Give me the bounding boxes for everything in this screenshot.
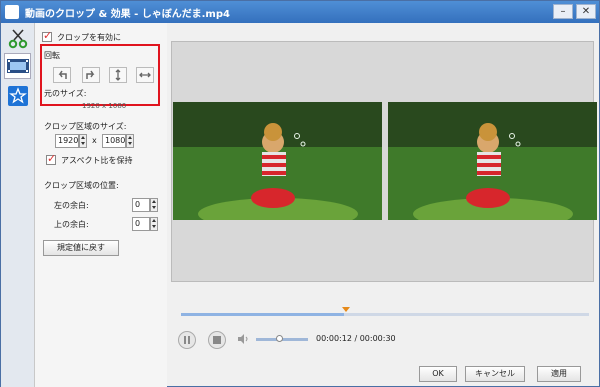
tab-crop[interactable] <box>4 25 31 51</box>
original-size-label: 元のサイズ: <box>44 89 87 98</box>
pause-button[interactable] <box>178 331 196 349</box>
crop-width-stepper[interactable] <box>79 134 87 148</box>
crop-height-input[interactable]: 1080 <box>102 134 126 148</box>
left-margin-stepper[interactable] <box>150 198 158 212</box>
top-margin-input[interactable]: 0 <box>132 217 150 231</box>
rotate-right-button[interactable] <box>82 67 100 83</box>
flip-vertical-icon <box>115 69 121 81</box>
crop-width-input[interactable]: 1920 <box>55 134 79 148</box>
original-size-value: 1920 x 1080 <box>82 102 127 110</box>
rotate-label: 回転 <box>44 51 60 60</box>
close-button[interactable]: ✕ <box>576 4 596 19</box>
time-display: 00:00:12 / 00:00:30 <box>316 334 396 343</box>
left-margin-input[interactable]: 0 <box>132 198 150 212</box>
flip-vertical-button[interactable] <box>109 67 127 83</box>
star-icon <box>7 86 28 106</box>
side-tab-bar <box>1 23 35 387</box>
volume-slider[interactable] <box>256 335 308 342</box>
title-bar: 動画のクロップ & 効果 - しゃぼんだま.mp4 – ✕ <box>1 1 599 23</box>
left-margin-label: 左の余白: <box>54 201 89 210</box>
minimize-button[interactable]: – <box>553 4 573 19</box>
pause-icon <box>184 336 190 344</box>
keep-aspect-checkbox[interactable] <box>46 152 56 165</box>
rotate-right-icon <box>86 70 95 79</box>
film-effect-icon <box>6 59 29 73</box>
tab-watermark[interactable] <box>4 83 31 109</box>
app-icon <box>5 5 19 19</box>
cancel-button[interactable]: キャンセル <box>465 366 525 382</box>
output-video-frame <box>388 102 597 220</box>
rotate-left-button[interactable] <box>53 67 71 83</box>
stop-button[interactable] <box>208 331 226 349</box>
original-video-frame <box>173 102 382 220</box>
stop-icon <box>213 336 221 344</box>
crop-size-label: クロップ区域のサイズ: <box>44 122 127 131</box>
enable-crop-label: クロップを有効に <box>57 33 121 42</box>
top-margin-label: 上の余白: <box>54 220 89 229</box>
rotate-left-icon <box>58 70 67 79</box>
crop-start-marker[interactable] <box>342 307 350 312</box>
preview-area <box>171 41 597 282</box>
ok-button[interactable]: OK <box>419 366 457 382</box>
crop-effect-window: 動画のクロップ & 効果 - しゃぼんだま.mp4 – ✕ ✓ クロップを有効に… <box>0 0 600 387</box>
apply-button[interactable]: 適用 <box>537 366 581 382</box>
top-margin-stepper[interactable] <box>150 217 158 231</box>
window-title: 動画のクロップ & 効果 - しゃぼんだま.mp4 <box>25 9 230 20</box>
flip-horizontal-button[interactable] <box>136 67 154 83</box>
timeline-progress <box>181 313 345 316</box>
reset-defaults-button[interactable]: 規定値に戻す <box>43 240 119 256</box>
scissors-icon <box>8 29 27 49</box>
keep-aspect-label: アスペクト比を保持 <box>61 156 133 165</box>
volume-knob[interactable] <box>276 335 284 342</box>
flip-horizontal-icon <box>139 72 151 78</box>
speaker-icon <box>238 334 248 344</box>
tab-effects[interactable] <box>4 53 31 79</box>
enable-crop-checkbox[interactable] <box>42 29 52 42</box>
crop-height-stepper[interactable] <box>126 134 134 148</box>
size-separator: x <box>92 136 97 145</box>
timeline-slider[interactable] <box>181 313 589 316</box>
crop-position-label: クロップ区域の位置: <box>44 181 119 190</box>
